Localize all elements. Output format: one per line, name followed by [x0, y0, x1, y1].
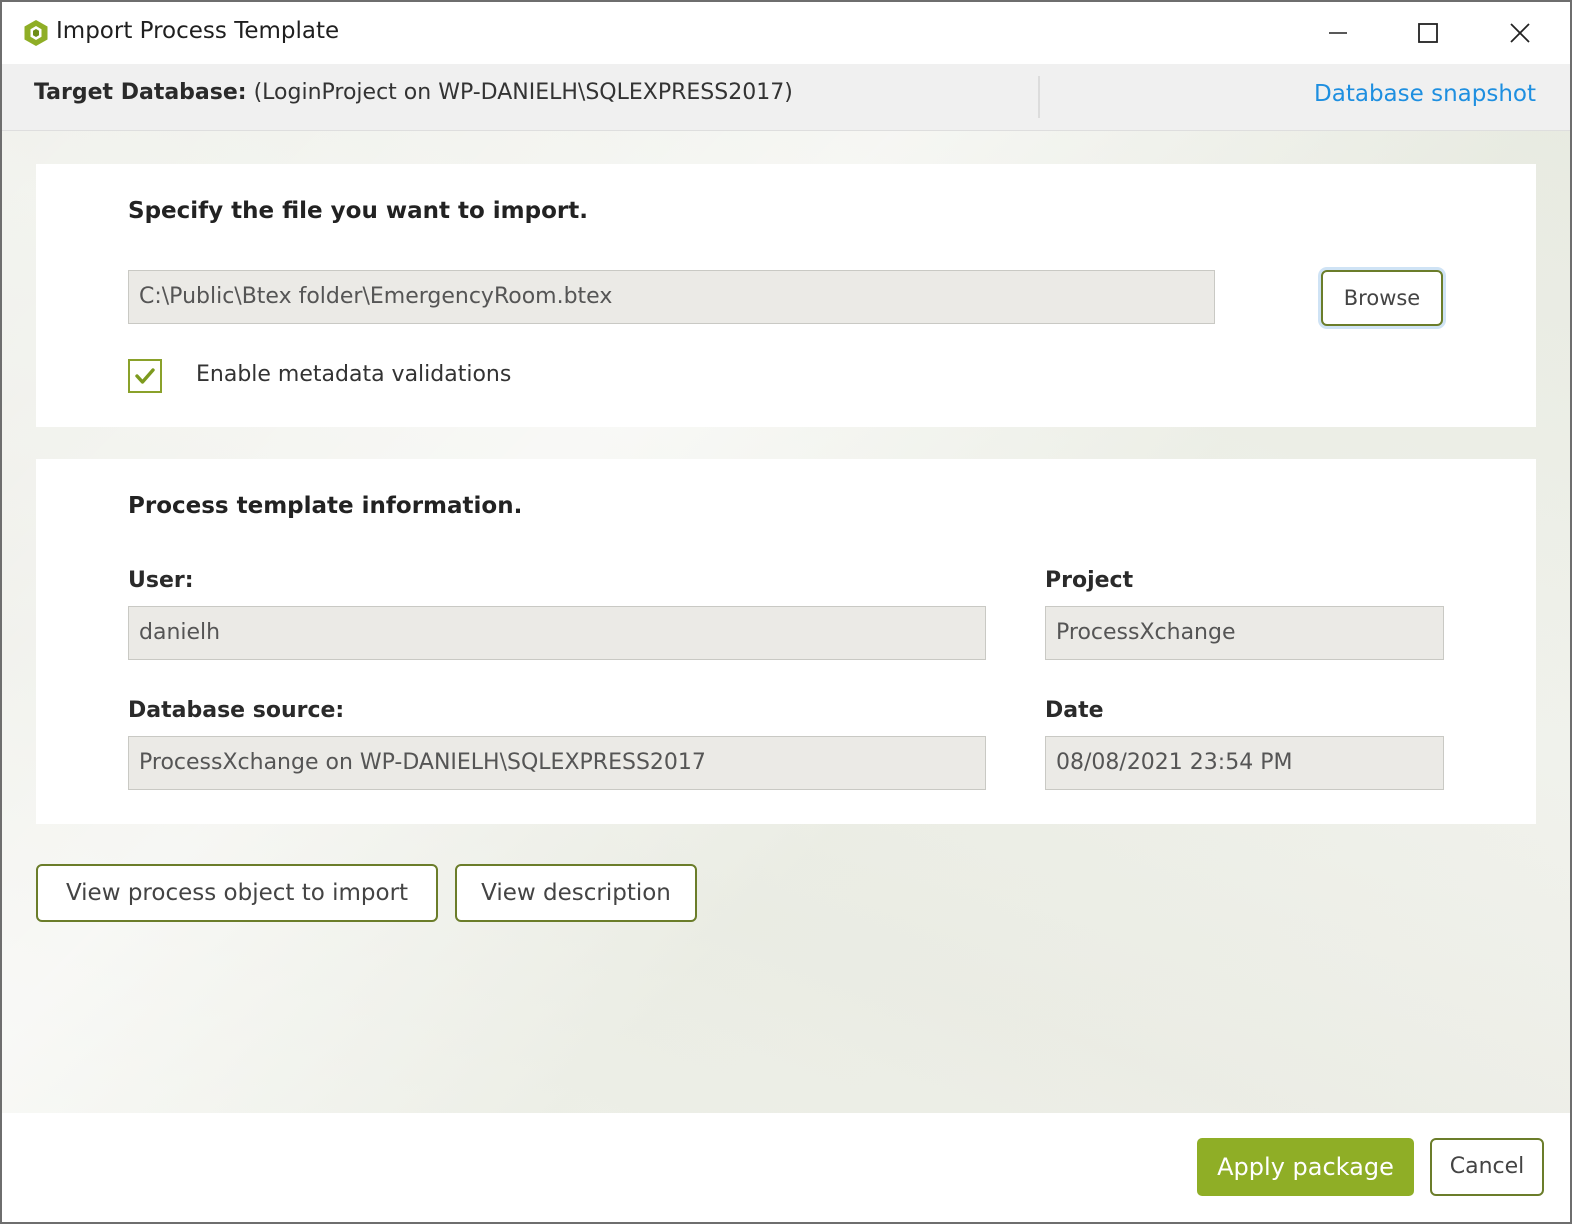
process-template-info-panel: Process template information. User: dani…: [36, 459, 1536, 824]
view-description-button[interactable]: View description: [455, 864, 697, 922]
target-database-bar: Target Database: (LoginProject on WP-DAN…: [2, 64, 1570, 131]
view-process-objects-button[interactable]: View process object to import: [36, 864, 438, 922]
info-section-title: Process template information.: [128, 493, 523, 519]
content-area: Specify the file you want to import. C:\…: [2, 131, 1570, 1113]
checkmark-icon: [135, 368, 155, 384]
project-field: ProcessXchange: [1045, 606, 1444, 660]
file-import-panel: Specify the file you want to import. C:\…: [36, 164, 1536, 427]
browse-button[interactable]: Browse: [1321, 270, 1443, 326]
database-source-field: ProcessXchange on WP-DANIELH\SQLEXPRESS2…: [128, 736, 986, 790]
maximize-button[interactable]: [1382, 2, 1474, 64]
minimize-button[interactable]: [1292, 2, 1384, 64]
target-database-text: Target Database: (LoginProject on WP-DAN…: [34, 80, 793, 105]
user-field: danielh: [128, 606, 986, 660]
date-label: Date: [1045, 698, 1104, 723]
database-snapshot-link[interactable]: Database snapshot: [1314, 81, 1536, 107]
minimize-icon: [1329, 32, 1347, 34]
file-section-title: Specify the file you want to import.: [128, 198, 588, 224]
database-source-label: Database source:: [128, 698, 345, 723]
window-title: Import Process Template: [56, 18, 340, 44]
project-label: Project: [1045, 568, 1134, 593]
import-process-template-window: Import Process Template Target Database:…: [0, 0, 1572, 1224]
user-label: User:: [128, 568, 194, 593]
metadata-validation-label: Enable metadata validations: [196, 362, 512, 387]
maximize-icon: [1418, 23, 1438, 43]
date-field: 08/08/2021 23:54 PM: [1045, 736, 1444, 790]
metadata-validation-checkbox[interactable]: [128, 359, 162, 393]
close-button[interactable]: [1474, 2, 1566, 64]
title-bar: Import Process Template: [2, 2, 1570, 64]
cancel-button[interactable]: Cancel: [1430, 1138, 1544, 1196]
close-icon: [1510, 23, 1530, 43]
dialog-footer: Apply package Cancel: [2, 1113, 1570, 1222]
divider: [1038, 76, 1040, 118]
file-path-input[interactable]: C:\Public\Btex folder\EmergencyRoom.btex: [128, 270, 1215, 324]
apply-package-button[interactable]: Apply package: [1197, 1138, 1414, 1196]
target-database-value: (LoginProject on WP-DANIELH\SQLEXPRESS20…: [253, 80, 793, 105]
app-logo-icon: [22, 19, 50, 47]
target-database-label: Target Database:: [34, 80, 247, 105]
